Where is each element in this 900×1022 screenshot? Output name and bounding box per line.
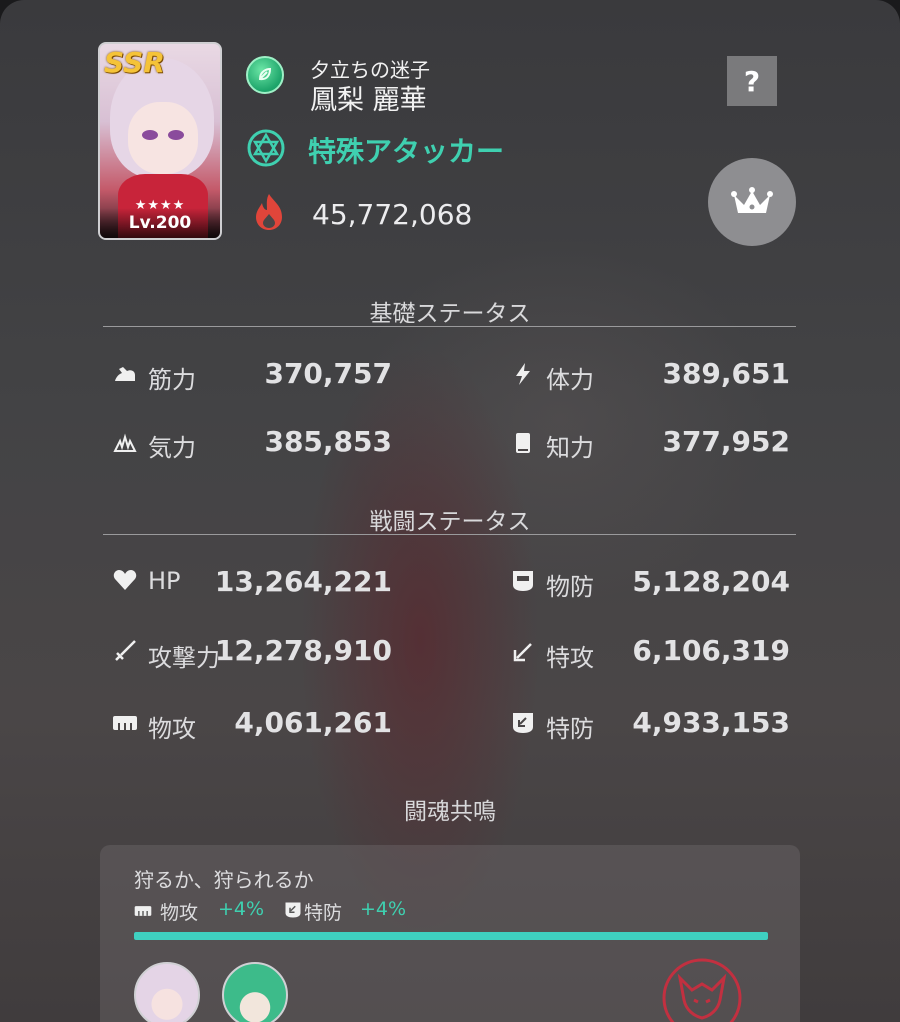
stat-value-hp: 13,264,221 [214, 565, 392, 598]
rarity-badge: SSR [104, 46, 165, 79]
resonance-progress-fill [134, 932, 768, 940]
resonance-member-avatar[interactable] [222, 962, 288, 1022]
basic-status-title: 基礎ステータス [369, 301, 531, 327]
stat-label-intellect: 知力 [546, 434, 594, 462]
combat-power-value: 45,772,068 [312, 198, 473, 231]
heart-icon [112, 567, 138, 593]
stat-value-strength: 370,757 [264, 357, 392, 390]
stat-value-stamina: 389,651 [662, 357, 790, 390]
portrait-eye-left [142, 130, 158, 140]
spirit-icon [112, 430, 138, 456]
hexagram-icon [247, 129, 285, 167]
stat-label-physical-defense: 物防 [546, 573, 594, 601]
stat-value-attack: 12,278,910 [214, 634, 392, 667]
leaf-element-icon [246, 56, 284, 94]
stat-value-physical-attack: 4,061,261 [234, 706, 392, 739]
character-name: 鳳梨 麗華 [310, 85, 427, 116]
sword-icon [112, 638, 138, 664]
resonance-title: 闘魂共鳴 [404, 799, 496, 825]
special-defense-icon [285, 902, 301, 918]
battle-status-divider [103, 534, 796, 535]
portrait-eye-right [168, 130, 184, 140]
special-defense-icon [510, 710, 536, 736]
book-icon [510, 430, 536, 456]
stat-value-physical-defense: 5,128,204 [632, 565, 790, 598]
stat-value-special-defense: 4,933,153 [632, 706, 790, 739]
stat-label-physical-attack: 物攻 [148, 715, 196, 743]
fire-icon [256, 194, 282, 230]
stat-label-stamina: 体力 [546, 366, 594, 394]
character-portrait[interactable]: SSR ★★★★ Lv.200 [98, 42, 222, 240]
stat-value-intellect: 377,952 [662, 425, 790, 458]
bonus-label-physical-attack: 物攻 [160, 902, 199, 924]
stat-label-special-defense: 特防 [546, 715, 594, 743]
portrait-face [128, 102, 198, 174]
level-label: Lv.200 [100, 208, 220, 238]
muscle-icon [112, 361, 138, 387]
stat-label-spirit: 気力 [148, 434, 196, 462]
resonance-progress-bar [134, 932, 768, 940]
character-status-panel: SSR ★★★★ Lv.200 夕立ちの迷子 鳳梨 麗華 特殊アタッカー 45,… [0, 0, 900, 1022]
resonance-card-title: 狩るか、狩られるか [134, 868, 314, 892]
physical-defense-icon [510, 568, 536, 594]
help-button[interactable]: ? [727, 56, 777, 106]
stat-label-strength: 筋力 [148, 366, 196, 394]
lightning-icon [510, 361, 536, 387]
stat-label-special-attack: 特攻 [546, 644, 594, 672]
stat-label-hp: HP [148, 567, 181, 595]
bonus-value-special-defense: +4% [360, 898, 407, 920]
battle-status-title: 戦闘ステータス [369, 509, 531, 535]
bonus-label-special-defense: 特防 [304, 902, 343, 924]
bonus-value-physical-attack: +4% [218, 898, 265, 920]
role-label: 特殊アタッカー [308, 135, 505, 168]
fist-icon [134, 906, 152, 916]
special-attack-icon [510, 639, 536, 665]
stat-value-special-attack: 6,106,319 [632, 634, 790, 667]
crown-button[interactable] [708, 158, 796, 246]
basic-status-divider [103, 326, 796, 327]
crown-icon [731, 187, 773, 213]
stat-value-spirit: 385,853 [264, 425, 392, 458]
fist-icon [112, 710, 138, 736]
resonance-member-avatar[interactable] [134, 962, 200, 1022]
wolf-emblem-icon [662, 958, 742, 1022]
